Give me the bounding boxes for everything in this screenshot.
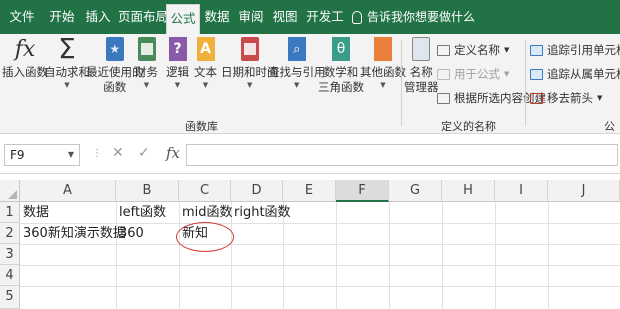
cell-d1[interactable]: right函数: [231, 203, 291, 223]
trace-dependents-button[interactable]: 追踪从属单元格: [530, 66, 620, 82]
tab-insert[interactable]: 插入: [82, 0, 114, 34]
select-all-button[interactable]: [0, 180, 20, 202]
theta-book-icon: θ: [332, 37, 350, 61]
use-in-formula-button[interactable]: 用于公式 ▼: [437, 66, 509, 82]
cell-b1[interactable]: left函数: [116, 203, 166, 223]
question-book-icon: ?: [168, 37, 187, 61]
column-header-d[interactable]: D: [231, 180, 283, 202]
tab-page-layout[interactable]: 页面布局: [118, 0, 168, 34]
tab-file[interactable]: 文件: [4, 0, 40, 34]
cancel-entry-icon[interactable]: ✕: [112, 145, 124, 161]
cell-b2[interactable]: 360: [116, 224, 144, 244]
grid-icon: [437, 92, 450, 104]
insert-function-fx-icon[interactable]: fx: [166, 144, 180, 162]
group-divider: [525, 40, 526, 126]
tab-review[interactable]: 审阅: [236, 0, 266, 34]
magnifier-book-icon: ⌕: [287, 37, 306, 61]
dropdown-arrow-icon: ▼: [504, 46, 510, 54]
column-header-e[interactable]: E: [283, 180, 336, 202]
annotation-circle: [176, 222, 234, 252]
dropdown-arrow-icon: ▼: [294, 81, 300, 89]
dropdown-arrow-icon: ▼: [202, 81, 209, 89]
cell-a1[interactable]: 数据: [20, 203, 49, 223]
trace-precedents-button[interactable]: 追踪引用单元格: [530, 42, 620, 58]
grid-line: [442, 202, 443, 309]
dropdown-arrow-icon: ▼: [64, 81, 70, 89]
row-header-5[interactable]: 5: [0, 286, 20, 309]
tab-formulas[interactable]: 公式: [166, 4, 200, 34]
define-name-button[interactable]: 定义名称 ▼: [437, 42, 509, 58]
remove-arrow-icon: [530, 92, 543, 104]
column-header-c[interactable]: C: [179, 180, 231, 202]
confirm-entry-icon[interactable]: ✓: [138, 145, 150, 161]
logical-button[interactable]: ? 逻辑 ▼: [166, 36, 189, 90]
formula-bar: F9 ▼ ⋮ ✕ ✓ fx: [0, 136, 620, 174]
row-header-2[interactable]: 2: [0, 223, 20, 244]
column-header-i[interactable]: I: [495, 180, 548, 202]
chevron-down-icon[interactable]: ▼: [68, 145, 74, 165]
formula-input[interactable]: [186, 144, 618, 166]
financial-book-icon: [137, 37, 156, 61]
insert-function-button[interactable]: fx 插入函数: [2, 36, 48, 80]
letter-a-book-icon: A: [196, 37, 215, 61]
lightbulb-icon: [352, 10, 362, 24]
financial-button[interactable]: 财务 ▼: [135, 36, 158, 90]
name-box[interactable]: F9 ▼: [4, 144, 80, 166]
dropdown-arrow-icon: ▼: [143, 81, 150, 89]
column-header-g[interactable]: G: [389, 180, 442, 202]
row-header-4[interactable]: 4: [0, 265, 20, 286]
dropdown-arrow-icon: ▼: [174, 81, 181, 89]
trace-arrow-icon: [530, 44, 543, 56]
math-trig-button[interactable]: θ 数学和 三角函数: [318, 36, 364, 95]
name-manager-button[interactable]: 名称 管理器: [404, 36, 439, 95]
cell-c1[interactable]: mid函数: [179, 203, 233, 223]
column-header-b[interactable]: B: [116, 180, 179, 202]
column-header-a[interactable]: A: [20, 180, 116, 202]
name-tag-icon: [412, 37, 431, 61]
more-functions-book-icon: [374, 37, 392, 61]
trace-arrow-icon: [530, 68, 543, 80]
grid-line: [20, 265, 620, 266]
calendar-book-icon: [240, 37, 259, 61]
tab-developer[interactable]: 开发工具: [302, 0, 348, 58]
group-title-function-library: 函数库: [185, 120, 218, 133]
tab-home[interactable]: 开始: [46, 0, 78, 34]
grid-line: [495, 202, 496, 309]
tell-me-text: 告诉我你想要做什么: [367, 10, 476, 24]
tab-view[interactable]: 视图: [270, 0, 300, 34]
grid-line: [20, 286, 620, 287]
column-header-j[interactable]: J: [548, 180, 620, 202]
remove-arrows-button[interactable]: 移去箭头 ▼: [530, 90, 602, 106]
sigma-icon: Σ: [58, 32, 76, 65]
tab-data[interactable]: 数据: [202, 0, 232, 34]
use-in-formula-icon: [437, 68, 450, 80]
grid-line: [336, 202, 337, 309]
ribbon-tab-bar: 文件 开始 插入 页面布局 公式 数据 审阅 视图 开发工具 告诉我你想要做什么: [0, 0, 620, 58]
lookup-reference-button[interactable]: ⌕ 查找与引用 ▼: [268, 36, 326, 90]
ribbon-formulas: fx 插入函数 Σ 自动求和 ▼ ★ 最近使用的 函数 财务 ▼ ? 逻辑 ▼ …: [0, 32, 620, 149]
more-options-icon: ⋮: [92, 148, 102, 159]
row-header-3[interactable]: 3: [0, 244, 20, 265]
row-header-1[interactable]: 1: [0, 202, 20, 223]
star-book-icon: ★: [105, 37, 124, 61]
dropdown-arrow-icon: ▼: [504, 70, 510, 78]
dropdown-arrow-icon: ▼: [380, 81, 386, 89]
dropdown-arrow-icon: ▼: [247, 81, 253, 89]
more-functions-button[interactable]: 其他函数 ▼: [360, 36, 406, 90]
grid-line: [548, 202, 549, 309]
group-title-defined-names: 定义的名称: [441, 120, 496, 133]
group-divider: [401, 40, 402, 126]
autosum-button[interactable]: Σ 自动求和 ▼: [44, 32, 90, 90]
column-header-h[interactable]: H: [442, 180, 495, 202]
grid-line: [389, 202, 390, 309]
text-button[interactable]: A 文本 ▼: [194, 36, 217, 90]
grid-line: [20, 244, 620, 245]
dropdown-arrow-icon: ▼: [597, 94, 603, 102]
worksheet-grid[interactable]: A B C D E F G H I J 1 2 3 4 5 数据 left函数 …: [0, 180, 620, 309]
cell-a2[interactable]: 360新知演示数据: [20, 224, 126, 244]
fx-icon: fx: [14, 36, 36, 62]
tag-icon: [437, 44, 450, 56]
tell-me-search[interactable]: 告诉我你想要做什么: [352, 0, 475, 34]
column-header-f[interactable]: F: [336, 180, 389, 202]
